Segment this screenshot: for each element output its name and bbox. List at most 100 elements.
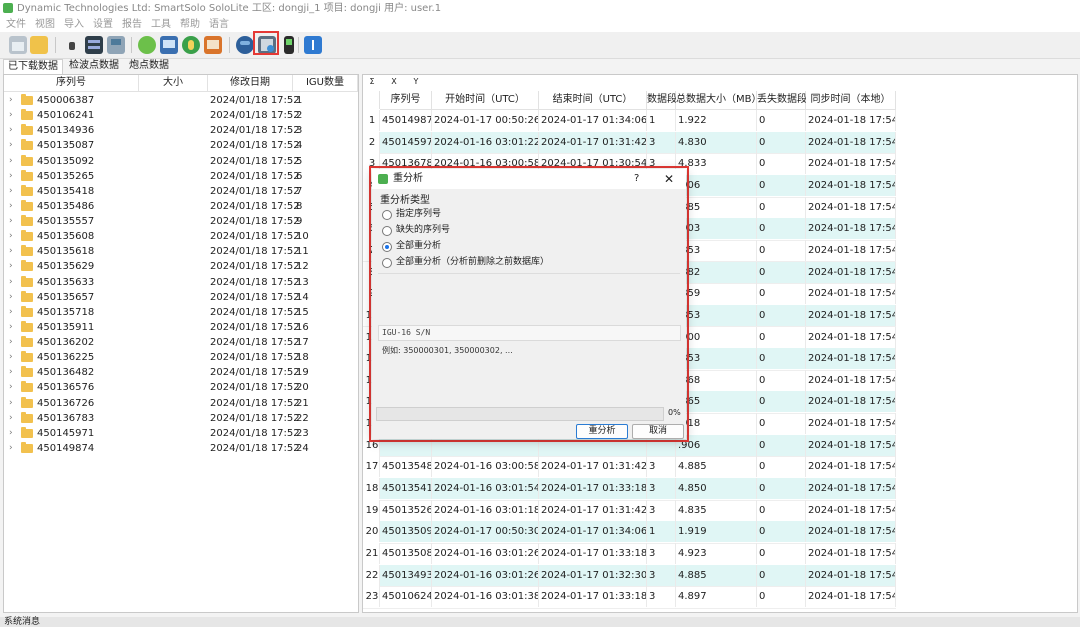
pen-icon[interactable]	[63, 36, 81, 54]
expand-chevron-icon[interactable]: ›	[9, 259, 13, 274]
menu-view[interactable]: 视图	[35, 17, 55, 32]
table-row[interactable]: 234501062412024-01-16 03:01:38.0002024-0…	[363, 586, 896, 609]
header-igu-count[interactable]: IGU数量	[293, 75, 358, 92]
view-tab-x[interactable]: X	[387, 76, 401, 88]
tree-row[interactable]: › 450135633 2024/01/18 17:52 13	[4, 275, 358, 290]
expand-chevron-icon[interactable]: ›	[9, 380, 13, 395]
expand-chevron-icon[interactable]: ›	[9, 350, 13, 365]
dialog-title-bar[interactable]: 重分析 ? ✕	[372, 169, 686, 189]
tree-row[interactable]: › 450136726 2024/01/18 17:52 21	[4, 396, 358, 411]
menu-report[interactable]: 报告	[122, 17, 142, 32]
close-icon[interactable]: ✕	[664, 169, 674, 189]
expand-chevron-icon[interactable]: ›	[9, 305, 13, 320]
cancel-button[interactable]: 取消	[632, 424, 684, 439]
new-project-icon[interactable]	[9, 36, 27, 54]
tree-row[interactable]: › 450135092 2024/01/18 17:52 5	[4, 154, 358, 169]
expand-chevron-icon[interactable]: ›	[9, 214, 13, 229]
tree-row[interactable]: › 450135557 2024/01/18 17:52 9	[4, 214, 358, 229]
radio-indicator[interactable]	[382, 242, 392, 252]
table-row[interactable]: 214501350872024-01-16 03:01:26.0002024-0…	[363, 543, 896, 566]
view-tab-sum[interactable]: Σ	[365, 76, 379, 88]
tree-row[interactable]: › 450135418 2024/01/18 17:52 7	[4, 184, 358, 199]
header-start-time[interactable]: 开始时间（UTC）	[432, 91, 539, 110]
menu-file[interactable]: 文件	[6, 17, 26, 32]
info-icon[interactable]	[304, 36, 322, 54]
menu-tools[interactable]: 工具	[151, 17, 171, 32]
table-row[interactable]: 24501459712024-01-16 03:01:22.0002024-01…	[363, 131, 896, 155]
tree-row[interactable]: › 450136225 2024/01/18 17:52 18	[4, 350, 358, 365]
tree-row[interactable]: › 450136202 2024/01/18 17:52 17	[4, 335, 358, 350]
header-serial[interactable]: 序列号	[4, 75, 139, 92]
header-total-size[interactable]: 总数据大小（MB）	[676, 91, 762, 110]
table-row[interactable]: 194501352652024-01-16 03:01:18.0002024-0…	[363, 499, 896, 523]
tree-row[interactable]: › 450136783 2024/01/18 17:52 22	[4, 411, 358, 426]
tree-row[interactable]: › 450134936 2024/01/18 17:52 3	[4, 123, 358, 138]
expand-chevron-icon[interactable]: ›	[9, 154, 13, 169]
menu-import[interactable]: 导入	[64, 17, 84, 32]
tree-row[interactable]: › 450149874 2024/01/18 17:52 24	[4, 441, 358, 456]
header-size[interactable]: 大小	[139, 75, 208, 92]
serial-number-input[interactable]: IGU-16 S/N	[378, 325, 681, 341]
tree-row[interactable]: › 450145971 2024/01/18 17:52 23	[4, 426, 358, 441]
radio-reanalyze-all-delete-db[interactable]: 全部重分析（分析前删除之前数据库）	[382, 255, 682, 270]
table-row[interactable]: 204501350922024-01-17 00:50:30.0002024-0…	[363, 521, 896, 544]
header-end-time[interactable]: 结束时间（UTC）	[539, 91, 647, 110]
table-row[interactable]: 224501349362024-01-16 03:01:26.0002024-0…	[363, 564, 896, 588]
header-modified[interactable]: 修改日期	[208, 75, 293, 92]
reanalyze-button[interactable]: 重分析	[576, 424, 628, 439]
table-row[interactable]: 184501354182024-01-16 03:01:54.0002024-0…	[363, 478, 896, 501]
image-icon[interactable]	[204, 36, 222, 54]
radio-reanalyze-all[interactable]: 全部重分析	[382, 239, 682, 254]
radio-indicator[interactable]	[382, 226, 392, 236]
tree-row[interactable]: › 450106241 2024/01/18 17:52 2	[4, 108, 358, 123]
expand-chevron-icon[interactable]: ›	[9, 93, 13, 108]
tree-row[interactable]: › 450135657 2024/01/18 17:52 14	[4, 290, 358, 305]
expand-chevron-icon[interactable]: ›	[9, 441, 13, 456]
tree-row[interactable]: › 450135087 2024/01/18 17:52 4	[4, 138, 358, 153]
header-lost-segments[interactable]: 丢失数据段	[757, 91, 807, 110]
monitor-icon[interactable]	[160, 36, 178, 54]
globe-icon[interactable]	[182, 36, 200, 54]
expand-chevron-icon[interactable]: ›	[9, 275, 13, 290]
expand-chevron-icon[interactable]: ›	[9, 320, 13, 335]
tree-row[interactable]: › 450006387 2024/01/18 17:52 1	[4, 93, 358, 108]
tree-row[interactable]: › 450135629 2024/01/18 17:52 12	[4, 259, 358, 274]
expand-chevron-icon[interactable]: ›	[9, 123, 13, 138]
open-folder-icon[interactable]	[30, 36, 48, 54]
tab-shot-data[interactable]: 炮点数据	[125, 59, 173, 73]
expand-chevron-icon[interactable]: ›	[9, 169, 13, 184]
tree-row[interactable]: › 450135608 2024/01/18 17:52 10	[4, 229, 358, 244]
expand-chevron-icon[interactable]: ›	[9, 290, 13, 305]
menu-language[interactable]: 语言	[209, 17, 229, 32]
help-button[interactable]: ?	[634, 169, 639, 189]
header-sync-time[interactable]: 同步时间（本地）	[806, 91, 896, 110]
table-row[interactable]: 14501498742024-01-17 00:50:26.0002024-01…	[363, 110, 896, 133]
expand-chevron-icon[interactable]: ›	[9, 396, 13, 411]
header-serial[interactable]: 序列号	[380, 91, 432, 110]
expand-chevron-icon[interactable]: ›	[9, 244, 13, 259]
card-reader-icon[interactable]	[85, 36, 103, 54]
header-segments[interactable]: 数据段	[647, 91, 677, 110]
expand-chevron-icon[interactable]: ›	[9, 365, 13, 380]
table-row[interactable]: 174501354862024-01-16 03:00:58.0002024-0…	[363, 456, 896, 479]
expand-chevron-icon[interactable]: ›	[9, 184, 13, 199]
expand-chevron-icon[interactable]: ›	[9, 229, 13, 244]
gps-icon[interactable]	[138, 36, 156, 54]
radio-indicator[interactable]	[382, 210, 392, 220]
tree-row[interactable]: › 450136482 2024/01/18 17:52 19	[4, 365, 358, 380]
radio-indicator[interactable]	[382, 258, 392, 268]
expand-chevron-icon[interactable]: ›	[9, 411, 13, 426]
expand-chevron-icon[interactable]: ›	[9, 335, 13, 350]
tab-receiver-data[interactable]: 检波点数据	[65, 59, 123, 73]
expand-chevron-icon[interactable]: ›	[9, 426, 13, 441]
expand-chevron-icon[interactable]: ›	[9, 138, 13, 153]
radio-specified-serial[interactable]: 指定序列号	[382, 207, 682, 222]
tree-row[interactable]: › 450135486 2024/01/18 17:52 8	[4, 199, 358, 214]
globe-dark-icon[interactable]	[236, 36, 254, 54]
tab-downloaded-data[interactable]: 已下载数据	[3, 59, 63, 74]
radio-missing-serial[interactable]: 缺失的序列号	[382, 223, 682, 238]
tree-row[interactable]: › 450136576 2024/01/18 17:52 20	[4, 380, 358, 395]
tree-row[interactable]: › 450135265 2024/01/18 17:52 6	[4, 169, 358, 184]
view-tab-y[interactable]: Y	[409, 76, 423, 88]
rack-icon[interactable]	[107, 36, 125, 54]
